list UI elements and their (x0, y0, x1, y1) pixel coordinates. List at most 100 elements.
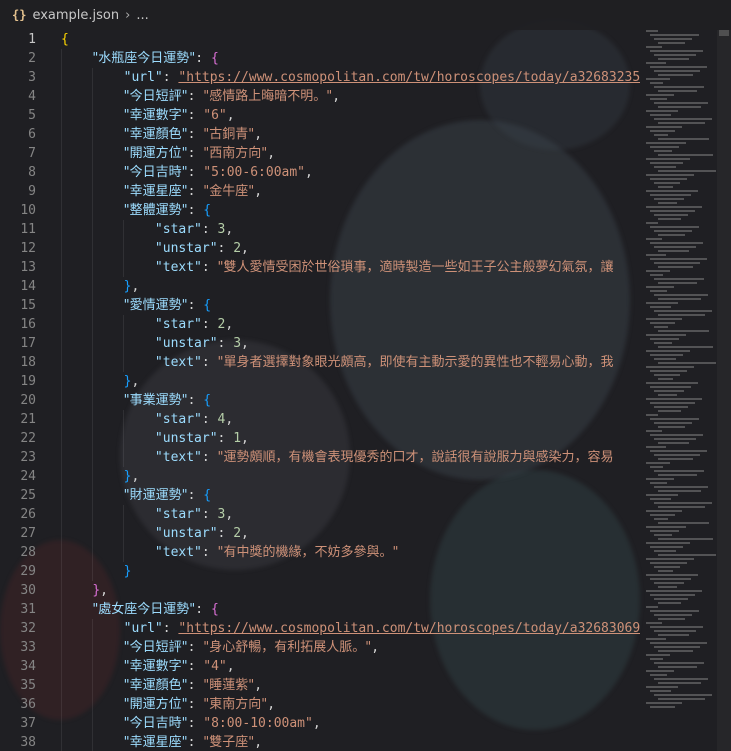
code-token: "url" (123, 621, 163, 636)
minimap-line (646, 62, 666, 64)
code-token: "身心舒暢，有利拓展人脈。" (203, 640, 372, 655)
code-token: : (217, 241, 234, 256)
code-line[interactable]: "水瓶座今日運勢": { (61, 49, 640, 68)
breadcrumb-more[interactable]: ... (136, 8, 148, 23)
minimap-line (650, 146, 679, 148)
scroll-thumb[interactable] (719, 30, 729, 36)
code-line[interactable]: }, (61, 372, 640, 391)
line-number: 17 (20, 336, 36, 351)
code-line[interactable]: "star": 3, (61, 505, 640, 524)
code-line[interactable]: "url": "https://www.cosmopolitan.com/tw/… (61, 619, 640, 638)
code-editor[interactable]: 1 2 3 4 5 6 7 8 9 10 11 12 13 14 15 16 17 18 19 20 21 22 23 24 2… (0, 30, 640, 751)
code-line[interactable]: "幸運星座": "金牛座", (61, 182, 640, 201)
code-line[interactable]: "unstar": 2, (61, 239, 640, 258)
code-token: "unstar" (154, 336, 218, 351)
minimap[interactable] (644, 30, 716, 720)
breadcrumb-file[interactable]: example.json (32, 8, 119, 23)
indent-guide (92, 543, 94, 562)
minimap-line (658, 554, 716, 556)
code-line[interactable]: "unstar": 2, (61, 524, 640, 543)
indent-guide (92, 125, 94, 144)
minimap-line (658, 394, 677, 396)
indent-guide (92, 334, 94, 353)
code-line[interactable]: "unstar": 3, (61, 334, 640, 353)
minimap-line (646, 606, 658, 608)
code-line[interactable]: "今日吉時": "8:00-10:00am", (61, 714, 640, 733)
code-token: , (305, 165, 313, 180)
minimap-line (650, 466, 663, 468)
minimap-line (654, 630, 696, 632)
code-line[interactable]: "今日吉時": "5:00-6:00am", (61, 163, 640, 182)
code-line[interactable]: "事業運勢": { (61, 391, 640, 410)
code-line[interactable]: "text": "有中獎的機緣，不妨多參與。" (61, 543, 640, 562)
minimap-line (658, 346, 713, 348)
minimap-line (650, 178, 687, 180)
indent-guide (61, 125, 62, 144)
code-line[interactable]: "unstar": 1, (61, 429, 640, 448)
code-line[interactable]: }, (61, 581, 640, 600)
minimap-line (654, 102, 708, 104)
code-line[interactable]: "開運方位": "東南方向", (61, 695, 640, 714)
breadcrumb[interactable]: {} example.json › ... (0, 0, 731, 30)
code-line[interactable]: } (61, 562, 640, 581)
code-line[interactable]: }, (61, 467, 640, 486)
code-line[interactable]: "url": "https://www.cosmopolitan.com/tw/… (61, 68, 640, 87)
indent-guide (123, 429, 125, 448)
code-area[interactable]: { "水瓶座今日運勢": { "url": "https://www.cosmo… (61, 30, 640, 751)
code-line[interactable]: "幸運數字": "6", (61, 106, 640, 125)
minimap-line (658, 538, 713, 540)
code-token: "5:00-6:00am" (203, 165, 305, 180)
code-line[interactable]: "text": "運勢頗順，有機會表現優秀的口才，說話很有說服力與感染力，容易 (61, 448, 640, 467)
minimap-line (654, 470, 704, 472)
code-line[interactable]: "star": 2, (61, 315, 640, 334)
code-line[interactable]: "text": "雙人愛情受困於世俗瑣事，適時製造一些如王子公主般夢幻氣氛，讓 (61, 258, 640, 277)
line-number: 37 (20, 716, 36, 731)
code-token: "text" (154, 260, 202, 275)
minimap-line (658, 266, 693, 268)
minimap-line (650, 114, 671, 116)
minimap-line (650, 626, 703, 628)
code-token: { (210, 602, 219, 617)
code-line[interactable]: "text": "單身者選擇對象眼光頗高，即使有主動示愛的異性也不輕易心動，我 (61, 353, 640, 372)
code-token: "整體運勢" (123, 203, 188, 218)
code-token: "雙子座" (203, 735, 255, 750)
code-line[interactable]: "財運運勢": { (61, 486, 640, 505)
code-line[interactable]: "今日短評": "身心舒暢，有利拓展人脈。", (61, 638, 640, 657)
code-line[interactable]: "幸運顏色": "睡蓮紫", (61, 676, 640, 695)
code-line[interactable]: "star": 4, (61, 410, 640, 429)
minimap-line (654, 406, 688, 408)
code-line[interactable]: }, (61, 277, 640, 296)
code-line[interactable]: "幸運星座": "雙子座", (61, 733, 640, 751)
vertical-scrollbar[interactable] (717, 30, 731, 751)
minimap-line (654, 86, 704, 88)
code-line[interactable]: "今日短評": "感情路上晦暗不明。", (61, 87, 640, 106)
minimap-line (650, 434, 703, 436)
code-line[interactable]: "幸運數字": "4", (61, 657, 640, 676)
indent-guide (61, 486, 62, 505)
indent-guide (92, 486, 94, 505)
code-line[interactable]: "愛情運勢": { (61, 296, 640, 315)
line-number-gutter: 1 2 3 4 5 6 7 8 9 10 11 12 13 14 15 16 17 18 19 20 21 22 23 24 2… (0, 30, 40, 751)
code-line[interactable]: { (61, 30, 640, 49)
code-token: , (241, 431, 249, 446)
minimap-line (658, 442, 689, 444)
code-token: : (187, 488, 204, 503)
indent-guide (92, 201, 94, 220)
code-line[interactable]: "整體運勢": { (61, 201, 640, 220)
code-line[interactable]: "幸運顏色": "古銅青", (61, 125, 640, 144)
code-token: , (241, 526, 249, 541)
code-line[interactable]: "處女座今日運勢": { (61, 600, 640, 619)
minimap-line (646, 30, 658, 32)
indent-guide (92, 277, 94, 296)
code-token: "開運方位" (123, 697, 188, 712)
minimap-line (650, 194, 691, 196)
code-line[interactable]: "star": 3, (61, 220, 640, 239)
code-line[interactable]: "開運方位": "西南方向", (61, 144, 640, 163)
minimap-line (646, 398, 702, 400)
code-token: : (217, 431, 234, 446)
